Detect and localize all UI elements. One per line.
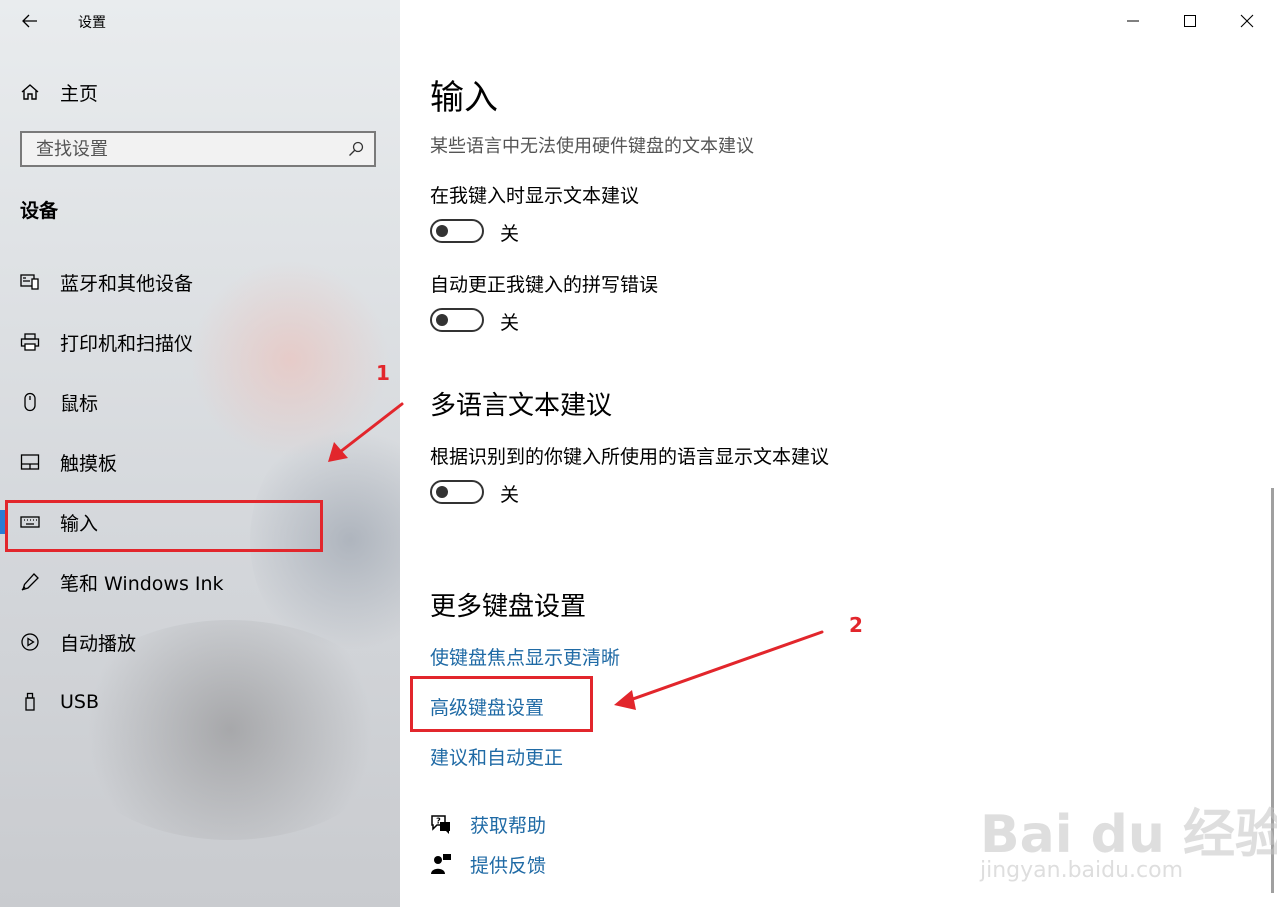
watermark-url: jingyan.baidu.com	[980, 858, 1184, 883]
watermark-brand: Bai du 经验	[980, 805, 1277, 865]
annotation-arrow-1	[328, 402, 404, 462]
annotation-arrow-2	[614, 630, 824, 710]
baidu-jingyan-watermark: Bai du 经验 jingyan.baidu.com	[980, 770, 1277, 885]
